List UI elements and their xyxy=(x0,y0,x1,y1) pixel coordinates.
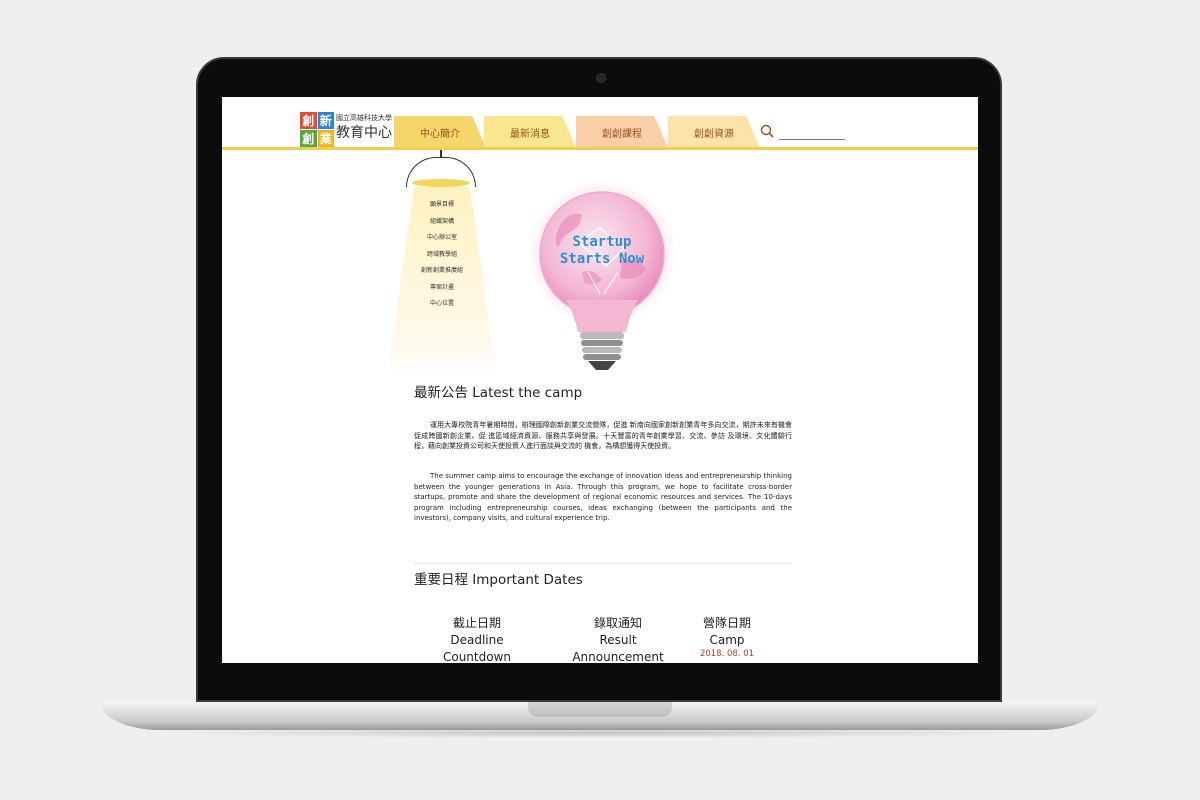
logo-char: 業 xyxy=(317,130,334,147)
laptop-shadow xyxy=(140,728,1060,738)
side-menu-item-location[interactable]: 中心位置 xyxy=(388,296,496,313)
search-input[interactable] xyxy=(779,139,845,140)
section-divider xyxy=(414,563,792,564)
section-title-latest: 最新公告 Latest the camp xyxy=(414,385,583,401)
laptop-notch xyxy=(528,702,672,717)
date-label-zh: 營隊日期 xyxy=(702,616,751,630)
header-divider xyxy=(222,147,978,150)
date-column-deadline: 截止日期 Deadline Countdown xyxy=(417,615,537,663)
nav-tab-news[interactable]: 最新消息 xyxy=(484,116,576,148)
logo-char: 新 xyxy=(317,112,334,129)
hero-slogan-line2: Starts Now xyxy=(559,251,645,267)
intro-paragraph-zh: 運用大專校院青年暑期時間，辦理國際創新創業交流營隊，促進 新南向國家創新創業青年… xyxy=(414,421,792,450)
date-label-en-2: Countdown xyxy=(442,650,511,663)
date-label-zh: 錄取通知 xyxy=(593,616,642,630)
side-menu-item-office[interactable]: 中心辦公室 xyxy=(388,230,496,247)
nav-tab-resources[interactable]: 創創資源 xyxy=(668,116,760,148)
date-label-en: Result xyxy=(599,633,637,647)
date-label-zh: 截止日期 xyxy=(452,616,501,630)
intro-paragraph-en: The summer camp aims to encourage the ex… xyxy=(414,472,792,522)
date-column-result: 錄取通知 Result Announcement xyxy=(558,615,678,663)
website-screen: 創 新 創 業 國立高雄科技大學 教育中心 中心簡介 最新消息 創創課程 創創資… xyxy=(222,97,978,663)
logo-char: 創 xyxy=(300,112,317,129)
side-menu: 願景目標 組織架構 中心辦公室 跨域教學組 創新創業推廣組 專案計畫 中心位置 xyxy=(388,197,496,313)
search-icon[interactable] xyxy=(760,124,774,138)
side-menu-item-teaching[interactable]: 跨域教學組 xyxy=(388,247,496,264)
date-value: 2018. 08. 01 xyxy=(699,649,755,659)
nav-tab-courses[interactable]: 創創課程 xyxy=(576,116,668,148)
date-label-en-2: Announcement xyxy=(572,650,664,663)
section-title-dates: 重要日程 Important Dates xyxy=(414,572,583,588)
side-menu-item-organization[interactable]: 組織架構 xyxy=(388,214,496,231)
date-column-camp: 營隊日期 Camp 2018. 08. 01 xyxy=(667,615,787,659)
side-menu-item-promotion[interactable]: 創新創業推廣組 xyxy=(388,263,496,280)
hero-slogan: Startup Starts Now xyxy=(547,234,657,268)
side-menu-item-vision[interactable]: 願景目標 xyxy=(388,197,496,214)
org-center-name: 教育中心 xyxy=(336,125,392,141)
nav-tab-about[interactable]: 中心簡介 xyxy=(394,116,486,148)
lightbulb-globe-illustration xyxy=(528,182,676,370)
side-menu-item-projects[interactable]: 專案計畫 xyxy=(388,280,496,297)
site-logo[interactable]: 創 新 創 業 xyxy=(300,112,334,147)
webcam xyxy=(596,73,606,83)
date-label-en: Deadline xyxy=(450,633,504,647)
hero-slogan-line1: Startup xyxy=(572,234,632,250)
date-label-en: Camp xyxy=(709,633,745,647)
lamp-bulb-glow xyxy=(412,179,470,187)
logo-char: 創 xyxy=(300,130,317,147)
